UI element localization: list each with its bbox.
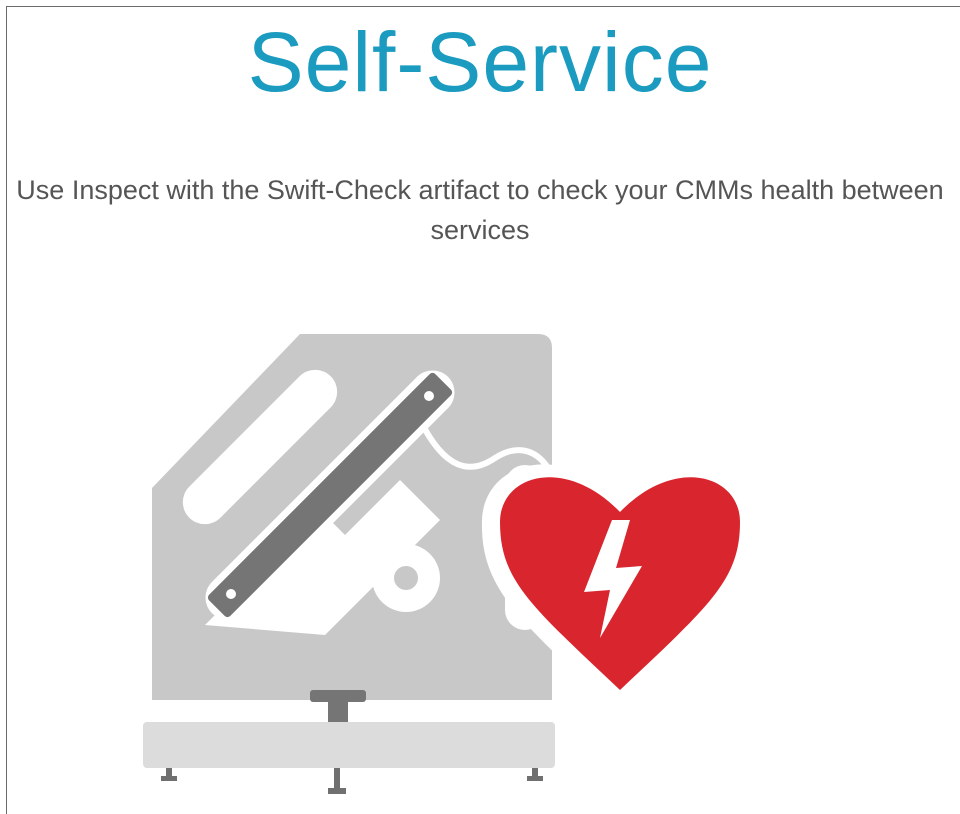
page-description: Use Inspect with the Swift-Check artifac… <box>16 175 944 245</box>
artifact-base <box>143 722 555 768</box>
self-service-illustration <box>143 334 759 794</box>
page-title: Self-Service <box>247 15 713 109</box>
